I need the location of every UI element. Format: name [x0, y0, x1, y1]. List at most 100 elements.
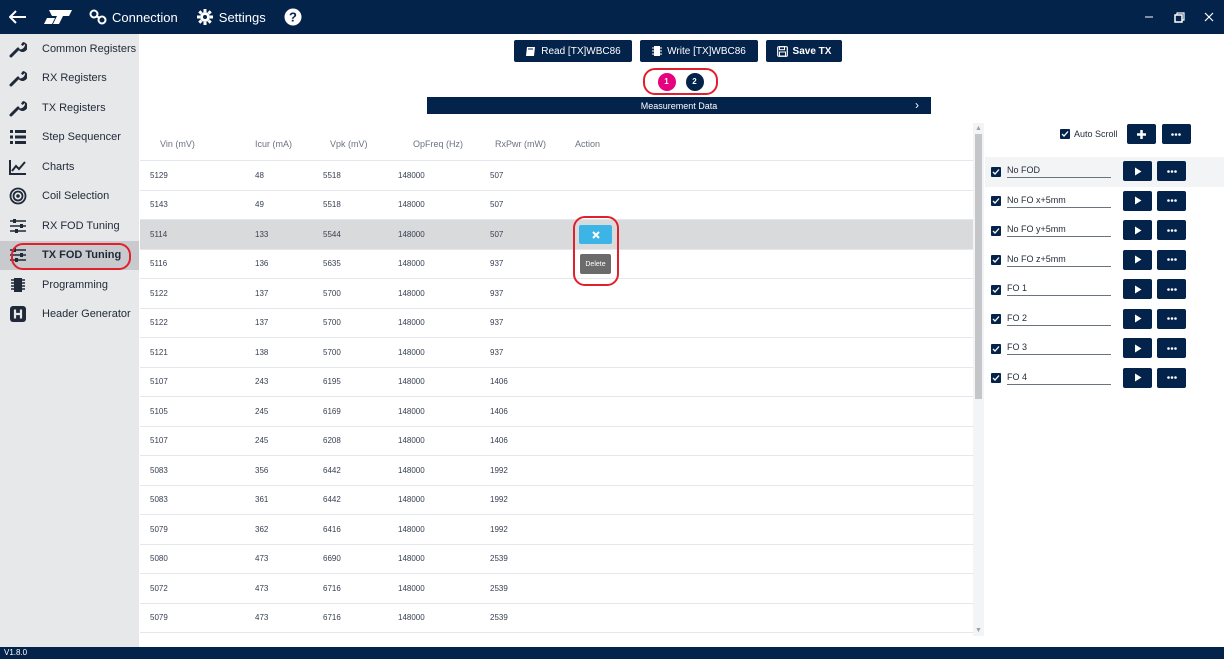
table-scrollbar[interactable]: ▲ ▼: [973, 123, 984, 636]
table-row[interactable]: 5129 48 5518 148000 507: [140, 161, 974, 191]
table-row[interactable]: 5107 245 6208 148000 1406: [140, 427, 974, 456]
table-row[interactable]: 5122 137 5700 148000 937: [140, 309, 974, 338]
play-icon: [1134, 167, 1141, 175]
fod-label-field[interactable]: No FO x+5mm: [1007, 195, 1111, 208]
settings-menu[interactable]: Settings: [187, 0, 275, 34]
play-button[interactable]: [1123, 367, 1152, 388]
cell-icur: 473: [255, 554, 269, 564]
checkbox-checked-icon[interactable]: [991, 373, 1001, 384]
write-button-label: Write [TX]WBC86: [667, 45, 746, 57]
more-button[interactable]: [1157, 279, 1186, 299]
coil-icon: [6, 186, 30, 206]
fod-label-field[interactable]: FO 4: [1007, 372, 1111, 385]
book-icon: [526, 46, 536, 56]
header-icon: [6, 304, 30, 324]
delete-button[interactable]: Delete: [580, 254, 611, 274]
table-row[interactable]: 5107 243 6195 148000 1406: [140, 368, 974, 397]
sidebar-item-coil-selection[interactable]: Coil Selection: [0, 182, 139, 212]
cell-opfreq: 148000: [398, 318, 425, 328]
checkbox-checked-icon[interactable]: [991, 284, 1001, 295]
cell-rxpwr: 937: [490, 288, 504, 298]
close-action-button[interactable]: [579, 225, 612, 244]
help-icon[interactable]: ?: [275, 0, 311, 34]
fod-label-field[interactable]: No FO y+5mm: [1007, 224, 1111, 238]
write-button[interactable]: Write [TX]WBC86: [640, 40, 758, 62]
more-button[interactable]: [1157, 338, 1186, 358]
table-row[interactable]: 5083 356 6442 148000 1992: [140, 456, 974, 486]
minimize-icon[interactable]: [1134, 0, 1164, 34]
auto-scroll-toggle[interactable]: Auto Scroll: [1060, 129, 1118, 139]
page-2-button[interactable]: 2: [685, 72, 704, 91]
checkbox-checked-icon[interactable]: [991, 343, 1001, 354]
table-row[interactable]: 5116 136 5635 148000 937: [140, 250, 974, 279]
more-button[interactable]: [1157, 249, 1186, 270]
more-button[interactable]: [1157, 220, 1186, 240]
more-icon: [1166, 228, 1177, 232]
cell-vin: 5105: [150, 406, 168, 416]
save-tx-button[interactable]: Save TX: [766, 40, 842, 62]
play-button[interactable]: [1123, 220, 1152, 240]
cell-rxpwr: 1992: [490, 465, 508, 475]
checkbox-checked-icon[interactable]: [991, 225, 1001, 236]
sidebar-item-programming[interactable]: Programming: [0, 270, 139, 300]
fod-label-field[interactable]: No FOD: [1007, 165, 1111, 179]
fod-list: No FOD No FO x+5mm No FO y+5mm No FO z+5mm F…: [985, 157, 1224, 393]
more-button[interactable]: [1157, 161, 1186, 181]
sidebar-item-header-generator[interactable]: Header Generator: [0, 300, 139, 330]
checkbox-checked-icon[interactable]: [1060, 129, 1070, 139]
more-button[interactable]: [1157, 367, 1186, 388]
more-button[interactable]: [1161, 124, 1191, 144]
fod-label-field[interactable]: FO 2: [1007, 313, 1111, 326]
play-button[interactable]: [1123, 279, 1152, 299]
play-button[interactable]: [1123, 161, 1152, 181]
sidebar-item-tx-registers[interactable]: TX Registers: [0, 93, 139, 123]
more-button[interactable]: [1157, 190, 1186, 211]
scroll-up-icon[interactable]: ▲: [973, 123, 984, 134]
table-row[interactable]: 5121 138 5700 148000 937: [140, 338, 974, 368]
fod-label-field[interactable]: FO 3: [1007, 342, 1111, 356]
page-1-button[interactable]: 1: [657, 72, 676, 91]
table-row[interactable]: 5114 133 5544 148000 507: [140, 220, 974, 250]
cell-rxpwr: 2539: [490, 554, 508, 564]
sidebar-item-charts[interactable]: Charts: [0, 152, 139, 182]
add-button[interactable]: [1126, 124, 1156, 144]
fod-label-field[interactable]: FO 1: [1007, 283, 1111, 297]
measurement-data-bar[interactable]: Measurement Data ›: [427, 97, 931, 114]
sidebar-item-step-sequencer[interactable]: Step Sequencer: [0, 123, 139, 153]
sidebar-item-rx-fod-tuning[interactable]: RX FOD Tuning: [0, 211, 139, 241]
play-button[interactable]: [1123, 249, 1152, 270]
back-arrow-icon[interactable]: [0, 0, 36, 34]
table-row[interactable]: 5079 362 6416 148000 1992: [140, 515, 974, 545]
play-button[interactable]: [1123, 190, 1152, 211]
table-row[interactable]: 5072 473 6716 148000 2539: [140, 574, 974, 604]
cell-vpk: 6690: [323, 554, 341, 564]
sidebar-item-tx-fod-tuning[interactable]: TX FOD Tuning: [0, 240, 139, 270]
chevron-right-icon[interactable]: ›: [915, 98, 919, 112]
checkbox-checked-icon[interactable]: [991, 255, 1001, 266]
connection-menu[interactable]: Connection: [80, 0, 187, 34]
scroll-down-icon[interactable]: ▼: [973, 625, 984, 636]
title-bar: Connection Settings ?: [0, 0, 1224, 34]
read-button[interactable]: Read [TX]WBC86: [514, 40, 632, 62]
fod-label-field[interactable]: No FO z+5mm: [1007, 254, 1111, 267]
restore-icon[interactable]: [1164, 0, 1194, 34]
table-row[interactable]: 5143 49 5518 148000 507: [140, 191, 974, 220]
checkbox-checked-icon[interactable]: [991, 314, 1001, 325]
scroll-thumb[interactable]: [975, 134, 982, 399]
sidebar-item-common-registers[interactable]: Common Registers: [0, 34, 139, 64]
more-button[interactable]: [1157, 308, 1186, 329]
close-window-icon[interactable]: [1194, 0, 1224, 34]
table-row[interactable]: 5083 361 6442 148000 1992: [140, 486, 974, 515]
checkbox-checked-icon[interactable]: [991, 196, 1001, 207]
table-row[interactable]: 5105 245 6169 148000 1406: [140, 397, 974, 427]
cell-vin: 5114: [150, 229, 168, 239]
sidebar-item-rx-registers[interactable]: RX Registers: [0, 64, 139, 94]
version-label: V1.8.0: [4, 648, 28, 657]
table-row[interactable]: 5079 473 6716 148000 2539: [140, 604, 974, 633]
checkbox-checked-icon[interactable]: [991, 166, 1001, 177]
table-row[interactable]: 5122 137 5700 148000 937: [140, 279, 974, 309]
play-button[interactable]: [1123, 338, 1152, 358]
cell-rxpwr: 1406: [490, 436, 508, 446]
table-row[interactable]: 5080 473 6690 148000 2539: [140, 545, 974, 574]
play-button[interactable]: [1123, 308, 1152, 329]
